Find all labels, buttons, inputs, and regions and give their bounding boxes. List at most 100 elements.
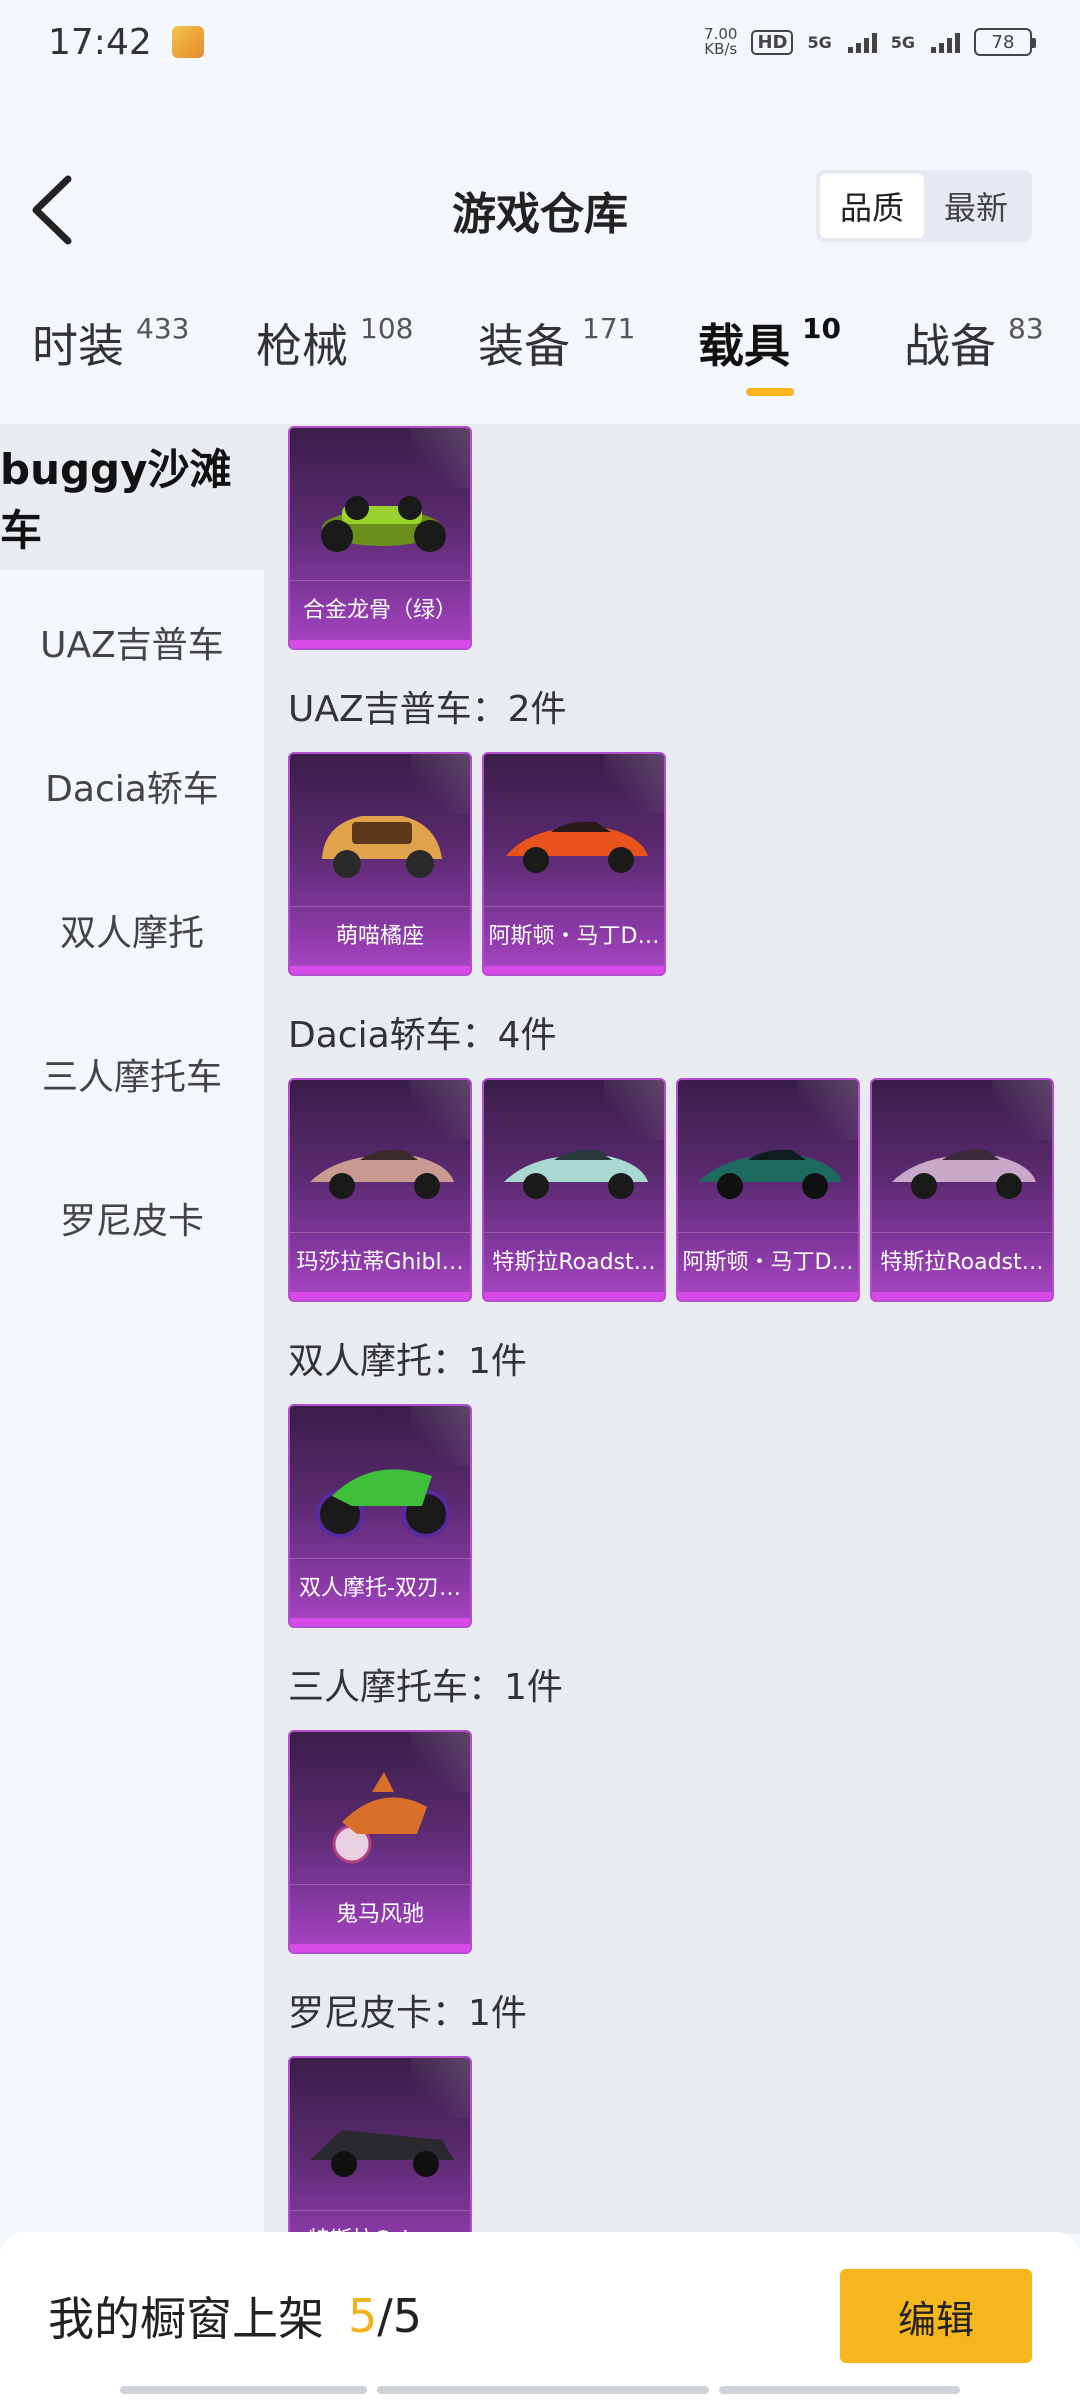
edit-button[interactable]: 编辑 [840, 2269, 1032, 2363]
signal-icon [847, 31, 877, 53]
tab-count: 171 [582, 312, 636, 345]
header: 游戏仓库 品质 最新 [0, 150, 1080, 270]
tab-count: 108 [360, 312, 414, 345]
hd-icon: HD [751, 29, 794, 55]
sim2-label: 5G [890, 32, 915, 52]
item-card[interactable]: 双人摩托-双刃… [288, 1404, 472, 1628]
tab-count: 433 [136, 312, 190, 345]
item-name: 特斯拉Roadst… [484, 1232, 664, 1286]
showcase-current: 5 [348, 2289, 378, 2343]
item-card[interactable]: 特斯拉Cybe… [288, 2056, 472, 2234]
tab-fashion[interactable]: 时装 433 [32, 310, 189, 376]
section-title: 双人摩托：1件 [288, 1341, 527, 1382]
rarity-bar [290, 1944, 470, 1952]
sidebar-item-dacia[interactable]: Dacia轿车 [0, 714, 264, 858]
section-title: 三人摩托车：1件 [288, 1667, 563, 1708]
section-title: 罗尼皮卡：1件 [288, 1993, 527, 2034]
item-name: 阿斯顿・马丁D… [678, 1232, 858, 1286]
tab-label: 载具 [698, 319, 790, 373]
rarity-bar [290, 1292, 470, 1300]
tab-equipment[interactable]: 装备 171 [478, 310, 635, 376]
item-card[interactable]: 特斯拉Roadst… [870, 1078, 1054, 1302]
card-row: 双人摩托-双刃… [264, 1404, 1080, 1628]
tab-label: 时装 [32, 319, 124, 373]
rarity-bar [872, 1292, 1052, 1300]
sidebar-item-buggy[interactable]: buggy沙滩车 [0, 424, 264, 570]
item-name: 合金龙骨（绿） [290, 580, 470, 634]
gesture-nav-bar [120, 2386, 960, 2394]
item-name: 萌喵橘座 [290, 906, 470, 960]
rarity-bar [290, 640, 470, 648]
battery-icon: 78 [974, 28, 1036, 56]
car-icon [322, 816, 442, 878]
item-name: 双人摩托-双刃… [290, 1558, 470, 1612]
pickup-truck-icon [310, 2130, 454, 2177]
item-card[interactable]: 阿斯顿・马丁D… [676, 1078, 860, 1302]
category-tabs: 时装 433 枪械 108 装备 171 载具 10 战备 83 [0, 310, 1080, 410]
section-title: UAZ吉普车：2件 [288, 689, 567, 730]
card-row: 玛莎拉蒂Ghibl… 特斯拉Roadst… 阿斯顿・马丁D… 特斯拉Roadst… [264, 1078, 1080, 1302]
signal-icon [931, 31, 960, 53]
back-button[interactable] [30, 170, 90, 250]
vehicle-type-sidebar: buggy沙滩车 UAZ吉普车 Dacia轿车 双人摩托 三人摩托车 罗尼皮卡 [0, 424, 264, 2234]
item-card[interactable]: 萌喵橘座 [288, 752, 472, 976]
sidebar-item-three-seat-moto[interactable]: 三人摩托车 [0, 1002, 264, 1146]
status-icons: 7.00 KB/s HD 5G 5G 78 [704, 27, 1036, 57]
sidebar-item-two-seat-moto[interactable]: 双人摩托 [0, 858, 264, 1002]
buggy-icon [321, 496, 446, 552]
car-icon [504, 1149, 648, 1199]
tab-vehicles[interactable]: 载具 10 [698, 310, 841, 396]
tab-battle-prep[interactable]: 战备 83 [904, 310, 1044, 376]
item-name: 鬼马风驰 [290, 1884, 470, 1938]
sim1-label: 5G [807, 32, 832, 52]
car-icon [698, 1149, 842, 1199]
sidebar-item-uaz[interactable]: UAZ吉普车 [0, 570, 264, 714]
item-name: 特斯拉Cybe… [290, 2210, 470, 2234]
sort-toggle: 品质 最新 [816, 170, 1032, 242]
card-row: 萌喵橘座 阿斯顿・马丁D… [264, 752, 1080, 976]
tab-guns[interactable]: 枪械 108 [256, 310, 413, 376]
sidebar-item-rony-pickup[interactable]: 罗尼皮卡 [0, 1146, 264, 1290]
sort-by-quality[interactable]: 品质 [820, 174, 924, 238]
item-card[interactable]: 玛莎拉蒂Ghibl… [288, 1078, 472, 1302]
network-speed-unit: KB/s [704, 40, 738, 58]
car-icon [506, 821, 648, 873]
item-card[interactable]: 阿斯顿・马丁D… [482, 752, 666, 976]
showcase-count: 5/5 [348, 2289, 422, 2343]
motorcycle-icon [316, 1469, 450, 1538]
sort-by-newest[interactable]: 最新 [924, 174, 1028, 238]
tab-count: 10 [802, 312, 841, 345]
app-notification-icon [171, 26, 204, 58]
card-row: 合金龙骨（绿） [264, 426, 1080, 650]
showcase-bar: 我的橱窗上架 5/5 编辑 [0, 2232, 1080, 2400]
tab-label: 战备 [904, 319, 996, 373]
battery-level: 78 [991, 31, 1015, 53]
rarity-bar [484, 966, 664, 974]
tab-label: 装备 [478, 319, 570, 373]
showcase-label: 我的橱窗上架 [48, 2292, 324, 2346]
status-bar: 17:42 7.00 KB/s HD 5G 5G 78 [0, 0, 1080, 84]
card-row: 特斯拉Cybe… [264, 2056, 1080, 2234]
section-title: Dacia轿车：4件 [288, 1015, 557, 1056]
network-speed: 7.00 KB/s [704, 27, 737, 57]
motorcycle-icon [332, 1772, 427, 1864]
item-name: 特斯拉Roadst… [872, 1232, 1052, 1286]
status-time: 17:42 [48, 21, 152, 63]
item-name: 玛莎拉蒂Ghibl… [290, 1232, 470, 1286]
item-card[interactable]: 鬼马风驰 [288, 1730, 472, 1954]
rarity-bar [290, 1618, 470, 1626]
card-row: 鬼马风驰 [264, 1730, 1080, 1954]
rarity-bar [484, 1292, 664, 1300]
item-card[interactable]: 合金龙骨（绿） [288, 426, 472, 650]
chevron-left-icon [32, 175, 72, 245]
rarity-bar [678, 1292, 858, 1300]
showcase-total: /5 [377, 2289, 423, 2343]
tab-label: 枪械 [256, 319, 348, 373]
tab-count: 83 [1008, 312, 1044, 345]
page-title: 游戏仓库 [452, 189, 628, 240]
car-icon [892, 1149, 1036, 1199]
item-card[interactable]: 特斯拉Roadst… [482, 1078, 666, 1302]
active-tab-indicator [746, 388, 794, 396]
car-icon [310, 1149, 454, 1199]
rarity-bar [290, 966, 470, 974]
